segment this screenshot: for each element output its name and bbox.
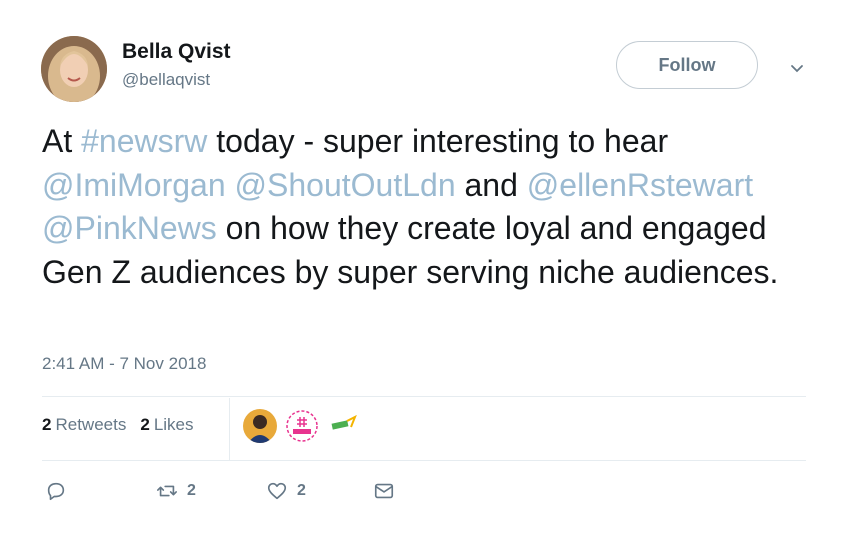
divider-top <box>42 396 806 397</box>
retweet-action[interactable]: 2 <box>156 480 196 502</box>
reply-icon <box>47 482 65 501</box>
shoutout-logo-icon <box>327 409 361 443</box>
liker-avatar-3[interactable] <box>327 409 361 443</box>
message-action[interactable] <box>373 480 395 502</box>
retweets-stat[interactable]: 2 Retweets <box>42 415 126 435</box>
tweet-text-segment <box>226 167 235 203</box>
likes-stat[interactable]: 2 Likes <box>140 415 193 435</box>
retweets-label: Retweets <box>55 415 127 434</box>
like-action[interactable]: 2 <box>266 480 306 502</box>
mention-link[interactable]: @ellenRstewart <box>527 167 753 203</box>
like-count: 2 <box>297 482 306 499</box>
author-avatar[interactable] <box>41 36 107 102</box>
tweet-text-segment: today - super interesting to hear <box>207 123 669 159</box>
divider-bottom <box>42 460 806 461</box>
heart-icon <box>267 482 287 500</box>
likes-count: 2 <box>140 415 150 434</box>
user-avatar-icon <box>243 409 277 443</box>
retweet-count: 2 <box>187 482 196 499</box>
hashtag-link[interactable]: #newsrw <box>81 123 207 159</box>
stats-divider <box>229 398 230 460</box>
avatar-photo <box>41 36 107 102</box>
engagement-stats: 2 Retweets 2 Likes <box>42 415 194 435</box>
tweet-text-segment: At <box>42 123 82 159</box>
follow-button[interactable]: Follow <box>616 41 758 89</box>
liker-avatar-1[interactable] <box>243 409 277 443</box>
retweet-icon <box>157 485 177 497</box>
likes-label: Likes <box>153 415 194 434</box>
author-handle[interactable]: @bellaqvist <box>122 70 210 90</box>
author-name[interactable]: Bella Qvist <box>122 40 231 64</box>
tweet-timestamp[interactable]: 2:41 AM - 7 Nov 2018 <box>42 354 206 374</box>
envelope-icon <box>374 483 394 499</box>
tweet-text-segment: and <box>455 166 527 203</box>
liker-avatar-2[interactable] <box>285 409 319 443</box>
chevron-down-icon[interactable] <box>786 58 808 80</box>
retweets-count: 2 <box>42 415 52 434</box>
mention-link[interactable]: @ImiMorgan <box>42 167 226 203</box>
mention-link[interactable]: @ShoutOutLdn <box>235 167 456 203</box>
newsrw-logo-icon <box>285 409 319 443</box>
reply-action[interactable] <box>45 480 76 502</box>
mention-link[interactable]: @PinkNews <box>42 210 217 246</box>
tweet-text: At #newsrw today - super interesting to … <box>42 120 822 294</box>
